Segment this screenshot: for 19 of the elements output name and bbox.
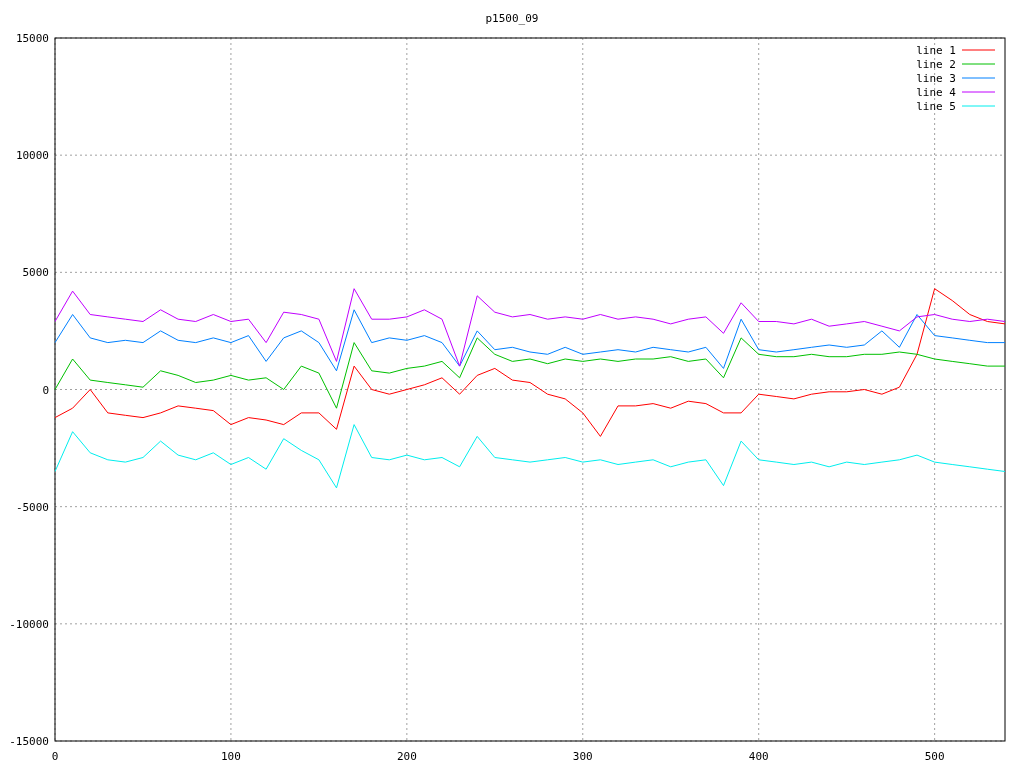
x-tick-label: 200 (396, 750, 417, 763)
chart-title: p1500_09 (485, 12, 539, 25)
x-tick-label: 300 (572, 750, 593, 763)
legend-label: line 1 (916, 44, 956, 57)
y-tick-label: 10000 (15, 149, 49, 163)
y-tick-label: -5000 (15, 500, 49, 514)
x-tick-label: 400 (748, 750, 769, 763)
x-tick-label: 500 (924, 750, 945, 763)
y-tick-label: -10000 (9, 617, 49, 631)
legend-label: line 5 (916, 100, 956, 113)
x-tick-label: 0 (51, 750, 59, 763)
y-tick-label: 15000 (15, 32, 49, 45)
legend-label: line 3 (916, 72, 956, 85)
y-tick-label: -15000 (9, 735, 49, 748)
y-tick-label: 0 (42, 383, 49, 397)
legend-label: line 4 (916, 86, 956, 99)
x-tick-label: 100 (221, 750, 241, 763)
legend-label: line 2 (916, 58, 956, 71)
y-tick-label: 5000 (22, 266, 49, 280)
